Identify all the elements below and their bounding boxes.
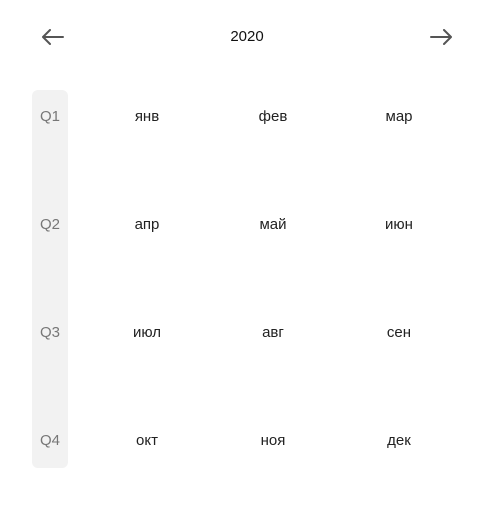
month-cell-sep[interactable]: сен bbox=[349, 324, 449, 342]
month-cell-nov[interactable]: ноя bbox=[223, 432, 323, 450]
month-cell-jan[interactable]: янв bbox=[97, 108, 197, 126]
month-cell-oct[interactable]: окт bbox=[97, 432, 197, 450]
month-cell-jul[interactable]: июл bbox=[97, 324, 197, 342]
quarter-q4[interactable]: Q4 bbox=[32, 432, 68, 450]
arrow-right-icon bbox=[430, 29, 452, 45]
month-cell-jun[interactable]: июн bbox=[349, 216, 449, 234]
month-cell-dec[interactable]: дек bbox=[349, 432, 449, 450]
quarter-q1[interactable]: Q1 bbox=[32, 108, 68, 126]
quarter-q3[interactable]: Q3 bbox=[32, 324, 68, 342]
calendar-header: 2020 bbox=[0, 0, 494, 74]
previous-year-button[interactable] bbox=[38, 22, 68, 52]
quarter-column bbox=[32, 90, 68, 468]
next-year-button[interactable] bbox=[426, 22, 456, 52]
month-cell-mar[interactable]: мар bbox=[349, 108, 449, 126]
month-cell-feb[interactable]: фев bbox=[223, 108, 323, 126]
month-cell-may[interactable]: май bbox=[223, 216, 323, 234]
month-cell-aug[interactable]: авг bbox=[223, 324, 323, 342]
arrow-left-icon bbox=[42, 29, 64, 45]
year-title[interactable]: 2020 bbox=[197, 28, 297, 46]
month-cell-apr[interactable]: апр bbox=[97, 216, 197, 234]
quarter-q2[interactable]: Q2 bbox=[32, 216, 68, 234]
